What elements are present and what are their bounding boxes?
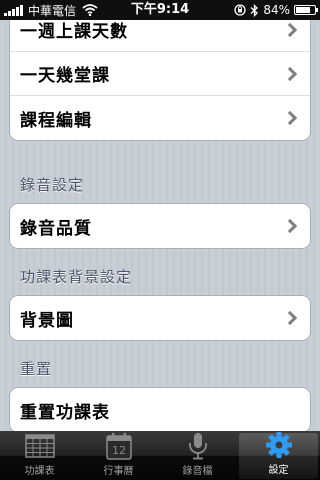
reset-settings-group: 重置功課表	[9, 387, 311, 431]
wifi-icon	[82, 4, 98, 16]
row-background-image[interactable]: 背景圖	[10, 296, 310, 340]
row-label: 錄音品質	[20, 218, 92, 239]
carrier-label: 中華電信	[28, 3, 77, 18]
row-label: 背景圖	[20, 310, 74, 331]
tab-schedule[interactable]: 功課表	[0, 431, 79, 480]
gear-icon	[264, 431, 294, 459]
chevron-right-icon	[282, 310, 298, 326]
tab-calendar[interactable]: 12 行事曆	[79, 431, 158, 480]
microphone-icon	[183, 432, 213, 460]
chevron-right-icon	[282, 66, 298, 81]
status-left: 中華電信	[4, 0, 98, 20]
calendar-icon: 12	[104, 432, 134, 460]
row-course-edit[interactable]: 課程編輯	[10, 96, 310, 140]
tab-label: 行事曆	[103, 466, 134, 477]
lock-rotation-icon	[234, 4, 246, 16]
status-bar: 中華電信 下午9:14 84%	[0, 0, 320, 20]
row-classes-per-day[interactable]: 一天幾堂課	[10, 52, 310, 96]
section-header-reset: 重置	[20, 360, 53, 378]
recording-settings-group: 錄音品質	[9, 203, 311, 249]
row-label: 課程編輯	[20, 110, 92, 131]
chevron-right-icon	[282, 110, 298, 126]
tab-settings[interactable]: 設定	[239, 431, 318, 479]
row-label: 重置功課表	[20, 402, 110, 423]
tab-label: 錄音檔	[182, 466, 213, 477]
tab-recordings[interactable]: 錄音檔	[158, 431, 237, 480]
section-header-recording: 錄音設定	[20, 176, 85, 194]
row-days-per-week[interactable]: 一週上課天數	[10, 20, 310, 52]
settings-list[interactable]: 一週上課天數 一天幾堂課 課程編輯 錄音設定 錄音品質 功課表背景設定 背景圖 …	[0, 20, 320, 431]
background-settings-group: 背景圖	[9, 295, 311, 341]
section-header-background: 功課表背景設定	[20, 268, 133, 286]
row-recording-quality[interactable]: 錄音品質	[10, 204, 310, 248]
chevron-right-icon	[282, 218, 298, 234]
grid-icon	[24, 432, 55, 460]
calendar-icon-number: 12	[112, 444, 126, 457]
row-label: 一天幾堂課	[20, 66, 110, 86]
status-right: 84%	[234, 0, 318, 20]
tab-label: 功課表	[24, 466, 55, 477]
battery-icon	[294, 5, 318, 15]
chevron-right-icon	[282, 22, 298, 37]
row-reset-schedule[interactable]: 重置功課表	[10, 388, 310, 431]
row-label: 一週上課天數	[20, 22, 128, 42]
tab-bar: 功課表 12 行事曆 錄音檔 設定	[0, 431, 320, 480]
schedule-settings-group: 一週上課天數 一天幾堂課 課程編輯	[9, 20, 311, 141]
signal-icon	[4, 4, 23, 16]
tab-label: 設定	[268, 465, 289, 476]
bluetooth-icon	[250, 3, 259, 17]
battery-percent: 84%	[263, 3, 290, 17]
